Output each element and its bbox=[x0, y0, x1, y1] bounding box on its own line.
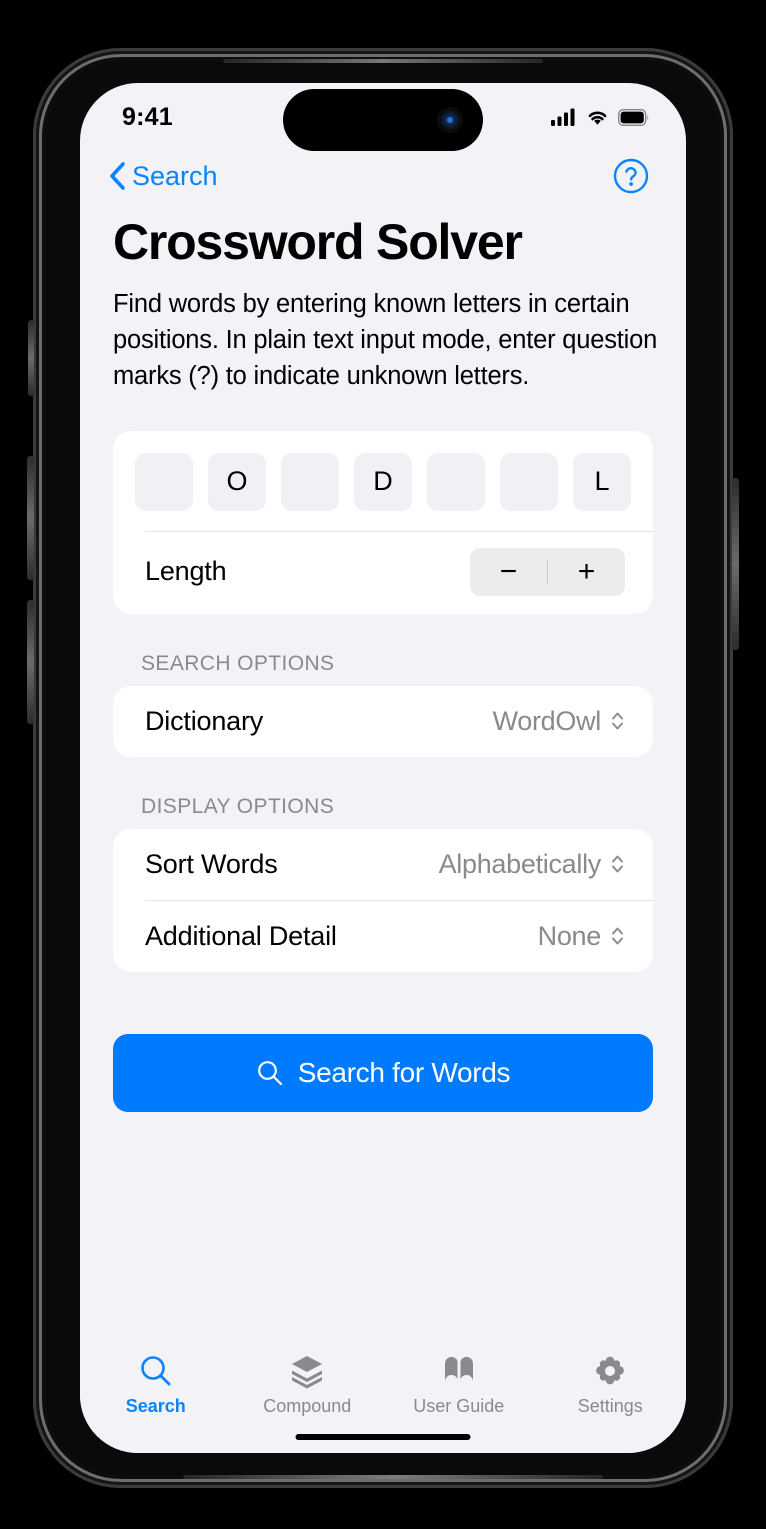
tab-settings[interactable]: Settings bbox=[535, 1353, 685, 1417]
question-mark-circle-icon bbox=[613, 158, 649, 194]
letter-box-7[interactable]: L bbox=[573, 452, 631, 511]
chevron-up-down-icon bbox=[612, 855, 623, 873]
phone-screen: 9:41 Search Crossword Solver Find words … bbox=[80, 83, 686, 1453]
length-row: Length − + bbox=[113, 532, 653, 614]
volume-up-button[interactable] bbox=[27, 456, 34, 580]
magnifier-icon bbox=[257, 1060, 282, 1085]
display-options-header: DISPLAY OPTIONS bbox=[141, 794, 335, 818]
wifi-icon bbox=[588, 111, 607, 125]
letter-box-4[interactable]: D bbox=[354, 452, 412, 511]
cellular-signal-icon bbox=[551, 108, 575, 126]
letter-box-5[interactable] bbox=[427, 452, 485, 511]
gear-icon bbox=[596, 1356, 625, 1385]
length-decrement-button[interactable]: − bbox=[470, 548, 547, 596]
magnifier-icon bbox=[140, 1356, 171, 1386]
status-time: 9:41 bbox=[122, 102, 173, 131]
length-label: Length bbox=[145, 556, 227, 587]
letter-input-row: O D L bbox=[113, 431, 653, 531]
additional-detail-value: None bbox=[537, 920, 602, 951]
letter-box-6[interactable] bbox=[500, 452, 558, 511]
frame-bottom-edge bbox=[183, 1475, 603, 1479]
action-button[interactable] bbox=[28, 320, 34, 396]
pattern-card: O D L Length − + bbox=[113, 430, 653, 614]
page-description: Find words by entering known letters in … bbox=[113, 290, 658, 391]
additional-detail-label: Additional Detail bbox=[145, 920, 337, 951]
length-stepper[interactable]: − + bbox=[470, 547, 625, 596]
sort-words-row[interactable]: Sort Words Alphabetically bbox=[113, 829, 653, 900]
sort-words-label: Sort Words bbox=[145, 848, 278, 879]
volume-down-button[interactable] bbox=[27, 600, 34, 724]
letter-box-1[interactable] bbox=[135, 452, 193, 511]
tab-label-search: Search bbox=[125, 1396, 186, 1416]
front-camera-icon bbox=[439, 109, 461, 131]
chevron-left-icon bbox=[110, 162, 125, 190]
chevron-up-down-icon bbox=[612, 712, 623, 730]
tab-bar: Search Compound User Guide Settings bbox=[80, 1341, 686, 1453]
letter-box-3[interactable] bbox=[281, 452, 339, 511]
navigation-bar: Search bbox=[80, 145, 686, 207]
dynamic-island bbox=[283, 89, 483, 151]
dictionary-label: Dictionary bbox=[145, 705, 264, 736]
tab-user-guide[interactable]: User Guide bbox=[384, 1353, 534, 1417]
tab-compound[interactable]: Compound bbox=[232, 1353, 382, 1417]
back-button[interactable]: Search bbox=[108, 161, 218, 192]
sort-words-value: Alphabetically bbox=[438, 848, 602, 879]
status-bar: 9:41 bbox=[80, 83, 686, 151]
book-icon bbox=[444, 1356, 473, 1381]
tab-label-settings: Settings bbox=[577, 1396, 643, 1416]
page-title: Crossword Solver bbox=[113, 214, 523, 270]
display-options-card: Sort Words Alphabetically Additional Det… bbox=[113, 828, 653, 972]
frame-top-edge bbox=[223, 59, 543, 63]
chevron-up-down-icon bbox=[612, 927, 623, 945]
sort-words-value-wrap: Alphabetically bbox=[439, 849, 625, 880]
home-indicator[interactable] bbox=[295, 1434, 471, 1440]
letter-box-2[interactable]: O bbox=[208, 452, 266, 511]
search-options-card: Dictionary WordOwl bbox=[113, 685, 653, 757]
status-indicators bbox=[551, 102, 650, 126]
dictionary-value-wrap: WordOwl bbox=[493, 706, 625, 737]
power-button[interactable] bbox=[732, 478, 739, 650]
additional-detail-value-wrap: None bbox=[538, 921, 625, 952]
tab-label-user-guide: User Guide bbox=[413, 1396, 505, 1416]
layers-icon bbox=[292, 1356, 323, 1389]
back-button-label: Search bbox=[132, 160, 218, 191]
battery-icon bbox=[618, 108, 649, 126]
main-content: Crossword Solver Find words by entering … bbox=[80, 215, 686, 1112]
phone-frame: 9:41 Search Crossword Solver Find words … bbox=[27, 48, 739, 1488]
search-button-label: Search for Words bbox=[297, 1056, 511, 1088]
help-button[interactable] bbox=[612, 157, 650, 195]
search-options-header: SEARCH OPTIONS bbox=[141, 651, 335, 675]
search-for-words-button[interactable]: Search for Words bbox=[113, 1033, 653, 1112]
length-increment-button[interactable]: + bbox=[548, 548, 625, 596]
dictionary-value: WordOwl bbox=[492, 705, 602, 736]
tab-search[interactable]: Search bbox=[81, 1353, 231, 1417]
tab-label-compound: Compound bbox=[263, 1396, 352, 1416]
additional-detail-row[interactable]: Additional Detail None bbox=[113, 901, 653, 972]
dictionary-row[interactable]: Dictionary WordOwl bbox=[113, 686, 653, 757]
